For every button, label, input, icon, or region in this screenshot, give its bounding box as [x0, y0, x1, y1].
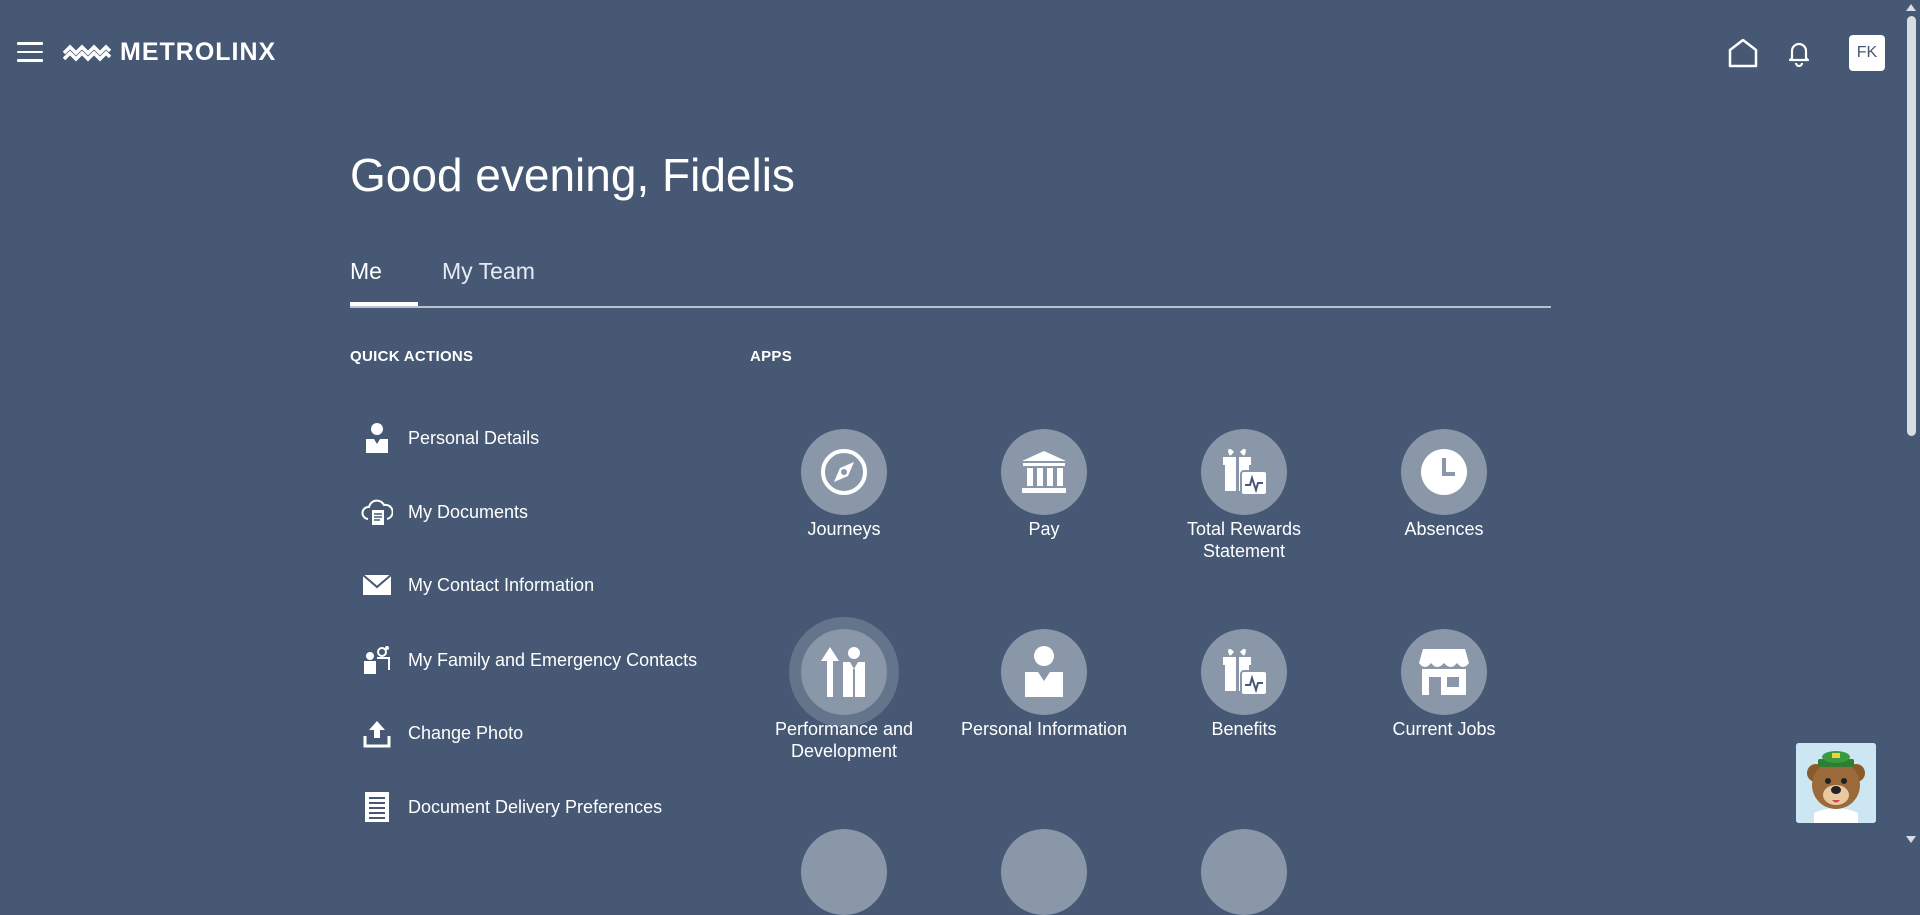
- cloud-document-icon: [360, 495, 394, 529]
- app-pay[interactable]: Pay: [944, 429, 1144, 540]
- compass-icon: [801, 429, 887, 515]
- clock-icon: [1401, 429, 1487, 515]
- quick-action-label: My Documents: [408, 501, 529, 522]
- scroll-up-arrow-icon[interactable]: [1906, 4, 1916, 11]
- quick-action-my-contact-information[interactable]: My Contact Information: [360, 568, 594, 602]
- quick-action-my-family-and-emergency-contacts[interactable]: My Family and Emergency Contacts: [360, 643, 697, 677]
- bank-icon: [1001, 429, 1087, 515]
- document-icon: [360, 790, 394, 824]
- quick-action-label: My Family and Emergency Contacts: [408, 649, 698, 670]
- avatar[interactable]: FK: [1849, 35, 1885, 71]
- scrollbar[interactable]: [1903, 0, 1920, 847]
- quick-action-change-photo[interactable]: Change Photo: [360, 716, 523, 750]
- app-label: Absences: [1404, 519, 1484, 539]
- scroll-down-arrow-icon[interactable]: [1906, 836, 1916, 843]
- quick-action-document-delivery-preferences[interactable]: Document Delivery Preferences: [360, 790, 662, 824]
- app-label: Current Jobs: [1392, 719, 1496, 739]
- bell-icon[interactable]: [1784, 38, 1814, 68]
- app-tile-partial[interactable]: [1001, 829, 1087, 915]
- tab-me[interactable]: Me: [350, 258, 382, 301]
- gift-chart-icon: [1201, 629, 1287, 715]
- home-icon[interactable]: [1726, 36, 1760, 70]
- app-benefits[interactable]: Benefits: [1144, 629, 1344, 740]
- gift-chart-icon: [1201, 429, 1287, 515]
- person-icon: [1001, 629, 1087, 715]
- app-total-rewards-statement[interactable]: Total Rewards Statement: [1144, 429, 1344, 562]
- active-tab-indicator: [350, 302, 418, 306]
- person-icon: [360, 421, 394, 455]
- app-tile-partial[interactable]: [1201, 829, 1287, 915]
- menu-icon[interactable]: [17, 42, 43, 64]
- tab-my-team[interactable]: My Team: [442, 258, 535, 301]
- logo-text: METROLINX: [120, 38, 277, 66]
- app-label: Total Rewards Statement: [1186, 519, 1302, 561]
- app-journeys[interactable]: Journeys: [744, 429, 944, 540]
- app-absences[interactable]: Absences: [1344, 429, 1544, 540]
- family-icon: [360, 643, 394, 677]
- upload-icon: [360, 716, 394, 750]
- apps-heading: APPS: [750, 348, 793, 365]
- top-bar: METROLINX FK: [0, 0, 1920, 104]
- app-label: Performance and Development: [774, 719, 914, 761]
- quick-action-personal-details[interactable]: Personal Details: [360, 421, 539, 455]
- quick-action-label: Document Delivery Preferences: [408, 796, 663, 817]
- envelope-icon: [360, 568, 394, 602]
- growth-icon: [801, 629, 887, 715]
- logo[interactable]: METROLINX: [62, 38, 276, 67]
- app-label: Personal Information: [960, 719, 1128, 739]
- quick-action-label: Personal Details: [408, 427, 540, 448]
- app-performance-and-development[interactable]: Performance and Development: [744, 629, 944, 762]
- chat-assistant-bear-icon[interactable]: [1796, 743, 1876, 823]
- quick-action-my-documents[interactable]: My Documents: [360, 495, 528, 529]
- scroll-thumb[interactable]: [1907, 16, 1916, 436]
- quick-action-label: Change Photo: [408, 722, 524, 743]
- quick-actions-heading: QUICK ACTIONS: [350, 348, 474, 365]
- app-label: Benefits: [1211, 719, 1277, 739]
- app-tile-partial[interactable]: [801, 829, 887, 915]
- metrolinx-logo-icon: [62, 44, 112, 61]
- store-icon: [1401, 629, 1487, 715]
- app-current-jobs[interactable]: Current Jobs: [1344, 629, 1544, 740]
- app-label: Journeys: [807, 519, 881, 539]
- tab-bar: Me My Team: [350, 258, 1551, 308]
- quick-action-label: My Contact Information: [408, 574, 595, 595]
- app-personal-information[interactable]: Personal Information: [944, 629, 1144, 740]
- app-label: Pay: [1028, 519, 1060, 539]
- greeting-title: Good evening, Fidelis: [350, 149, 795, 201]
